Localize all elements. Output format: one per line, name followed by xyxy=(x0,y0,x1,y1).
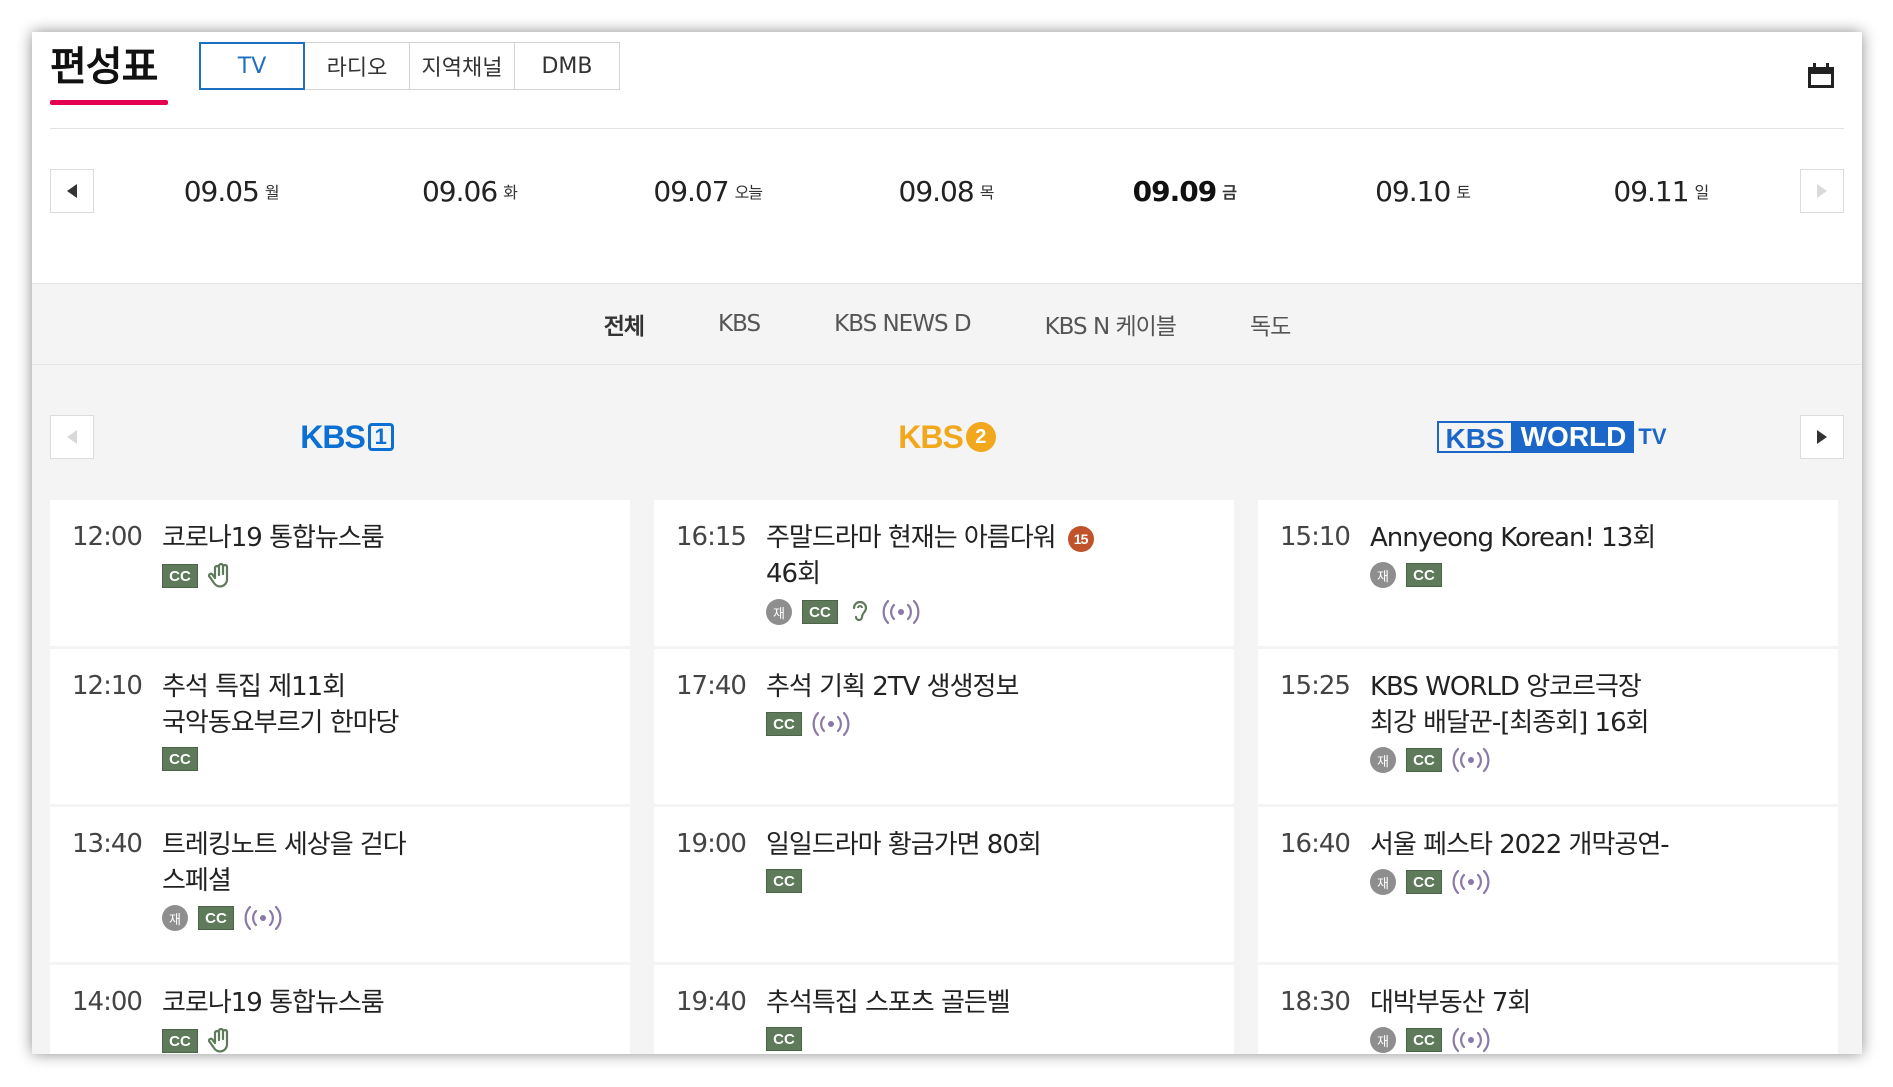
date-item[interactable]: 09.08 목 xyxy=(827,169,1065,213)
program-card[interactable]: 15:10 Annyeong Korean! 13회 재 CC xyxy=(1258,500,1838,646)
cc-icon: CC xyxy=(1406,563,1442,587)
next-channel-button[interactable] xyxy=(1800,415,1844,459)
schedule-column-kbs1: 12:00 코로나19 통합뉴스룸 CC 12:10 추석 특집 제11회 국악… xyxy=(50,500,630,1054)
cc-icon: CC xyxy=(766,869,802,893)
page-header: 편성표 TV 라디오 지역채널 DMB xyxy=(50,32,1844,129)
broadcast-icon xyxy=(1452,869,1490,895)
arrow-right-icon xyxy=(1817,430,1827,444)
prev-channel-button[interactable] xyxy=(50,415,94,459)
program-card[interactable]: 14:00 코로나19 통합뉴스룸 CC xyxy=(50,965,630,1054)
cc-icon: CC xyxy=(162,564,198,588)
cc-icon: CC xyxy=(162,747,198,771)
broadcast-icon xyxy=(244,905,282,931)
date-item[interactable]: 09.05 월 xyxy=(112,169,350,213)
filter-dokdo[interactable]: 독도 xyxy=(1250,307,1291,341)
filter-kbs-n-cable[interactable]: KBS N 케이블 xyxy=(1045,307,1177,341)
program-card[interactable]: 12:10 추석 특집 제11회 국악동요부르기 한마당 CC xyxy=(50,649,630,804)
calendar-icon[interactable] xyxy=(1806,62,1836,90)
broadcast-icon xyxy=(812,711,850,737)
audio-description-icon xyxy=(848,598,872,626)
date-item[interactable]: 09.06 화 xyxy=(350,169,588,213)
schedule-page: 편성표 TV 라디오 지역채널 DMB 09.05 월 09.06 화 09.07 오… xyxy=(32,32,1862,1054)
tab-radio[interactable]: 라디오 xyxy=(304,42,410,90)
filter-all[interactable]: 전체 xyxy=(604,307,645,341)
rerun-icon: 재 xyxy=(162,905,188,931)
schedule-column-kbs-world: 15:10 Annyeong Korean! 13회 재 CC 15:25 KB… xyxy=(1258,500,1838,1054)
arrow-right-icon xyxy=(1817,184,1827,198)
media-tabs: TV 라디오 지역채널 DMB xyxy=(199,42,620,90)
date-item[interactable]: 09.11 일 xyxy=(1542,169,1780,213)
filter-kbs[interactable]: KBS xyxy=(718,311,761,337)
cc-icon: CC xyxy=(1406,870,1442,894)
title-underline xyxy=(50,100,168,105)
program-card[interactable]: 17:40 추석 기획 2TV 생생정보 CC xyxy=(654,649,1234,804)
age-15-rating-icon: 15 xyxy=(1067,526,1094,552)
program-card[interactable]: 16:40 서울 페스타 2022 개막공연- 재 CC xyxy=(1258,807,1838,962)
filter-kbs-news-d[interactable]: KBS NEWS D xyxy=(834,311,971,337)
prev-week-button[interactable] xyxy=(50,169,94,213)
channel-filter-bar: 전체 KBS KBS NEWS D KBS N 케이블 독도 xyxy=(32,284,1862,365)
program-card[interactable]: 15:25 KBS WORLD 앙코르극장 최강 배달꾼-[최종회] 16회 재… xyxy=(1258,649,1838,804)
program-card[interactable]: 16:15 주말드라마 현재는 아름다워 15 46회 재 CC xyxy=(654,500,1234,646)
date-item-selected[interactable]: 09.09 금 xyxy=(1065,169,1303,213)
channel-logo-kbs-world[interactable]: KBS WORLD TV xyxy=(1432,417,1672,457)
cc-icon: CC xyxy=(766,1027,802,1051)
sign-language-icon xyxy=(208,562,234,590)
rerun-icon: 재 xyxy=(766,599,792,625)
tab-dmb[interactable]: DMB xyxy=(514,42,620,90)
tab-local-channel[interactable]: 지역채널 xyxy=(409,42,515,90)
channel-logo-kbs1[interactable]: KBS 1 xyxy=(292,417,402,457)
arrow-left-icon xyxy=(67,430,77,444)
arrow-left-icon xyxy=(67,184,77,198)
cc-icon: CC xyxy=(162,1029,198,1053)
sign-language-icon xyxy=(208,1027,234,1054)
channel-logo-kbs2[interactable]: KBS 2 xyxy=(892,417,1002,457)
schedule-column-kbs2: 16:15 주말드라마 현재는 아름다워 15 46회 재 CC 17:40 추… xyxy=(654,500,1234,1054)
broadcast-icon xyxy=(882,599,920,625)
date-item[interactable]: 09.10 토 xyxy=(1303,169,1541,213)
program-card[interactable]: 19:00 일일드라마 황금가면 80회 CC xyxy=(654,807,1234,962)
date-item[interactable]: 09.07 오늘 xyxy=(589,169,827,213)
cc-icon: CC xyxy=(1406,748,1442,772)
broadcast-icon xyxy=(1452,1027,1490,1053)
cc-icon: CC xyxy=(1406,1028,1442,1052)
program-card[interactable]: 13:40 트레킹노트 세상을 걷다 스페셜 재 CC xyxy=(50,807,630,962)
rerun-icon: 재 xyxy=(1370,747,1396,773)
tab-tv[interactable]: TV xyxy=(199,42,305,90)
broadcast-icon xyxy=(1452,747,1490,773)
schedule-area: KBS 1 KBS 2 KBS WORLD TV 12:00 코로나19 통합뉴… xyxy=(32,365,1862,1054)
cc-icon: CC xyxy=(198,906,234,930)
cc-icon: CC xyxy=(766,712,802,736)
rerun-icon: 재 xyxy=(1370,869,1396,895)
program-card[interactable]: 12:00 코로나19 통합뉴스룸 CC xyxy=(50,500,630,646)
rerun-icon: 재 xyxy=(1370,1027,1396,1053)
program-card[interactable]: 18:30 대박부동산 7회 재 CC xyxy=(1258,965,1838,1054)
rerun-icon: 재 xyxy=(1370,562,1396,588)
cc-icon: CC xyxy=(802,600,838,624)
page-title: 편성표 xyxy=(50,44,158,90)
program-card[interactable]: 19:40 추석특집 스포츠 골든벨 CC xyxy=(654,965,1234,1054)
next-week-button[interactable] xyxy=(1800,169,1844,213)
date-selector: 09.05 월 09.06 화 09.07 오늘 09.08 목 09.09 금 09.1… xyxy=(32,129,1862,284)
date-list: 09.05 월 09.06 화 09.07 오늘 09.08 목 09.09 금 09.1… xyxy=(112,169,1780,213)
